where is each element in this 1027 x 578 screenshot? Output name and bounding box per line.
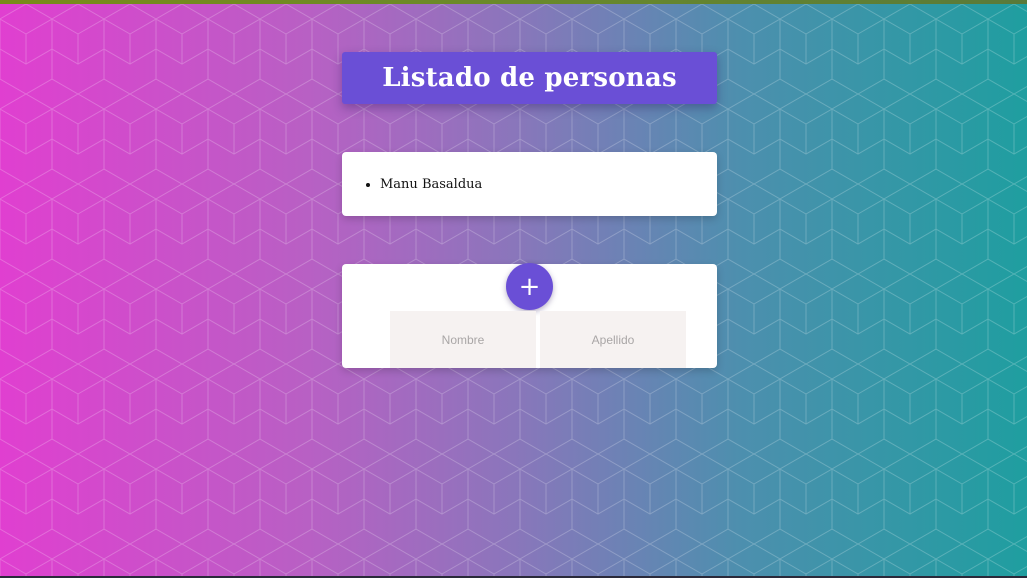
people-list: Manu Basaldua bbox=[362, 177, 482, 192]
apellido-input[interactable] bbox=[540, 311, 686, 368]
plus-icon: + bbox=[518, 271, 541, 302]
page-title-banner: Listado de personas bbox=[342, 52, 717, 104]
page-title: Listado de personas bbox=[382, 63, 677, 93]
add-person-form: + bbox=[342, 263, 717, 368]
add-person-button[interactable]: + bbox=[506, 263, 553, 310]
people-list-card: Manu Basaldua bbox=[342, 152, 717, 216]
nombre-input[interactable] bbox=[390, 311, 536, 368]
list-item: Manu Basaldua bbox=[380, 177, 482, 192]
